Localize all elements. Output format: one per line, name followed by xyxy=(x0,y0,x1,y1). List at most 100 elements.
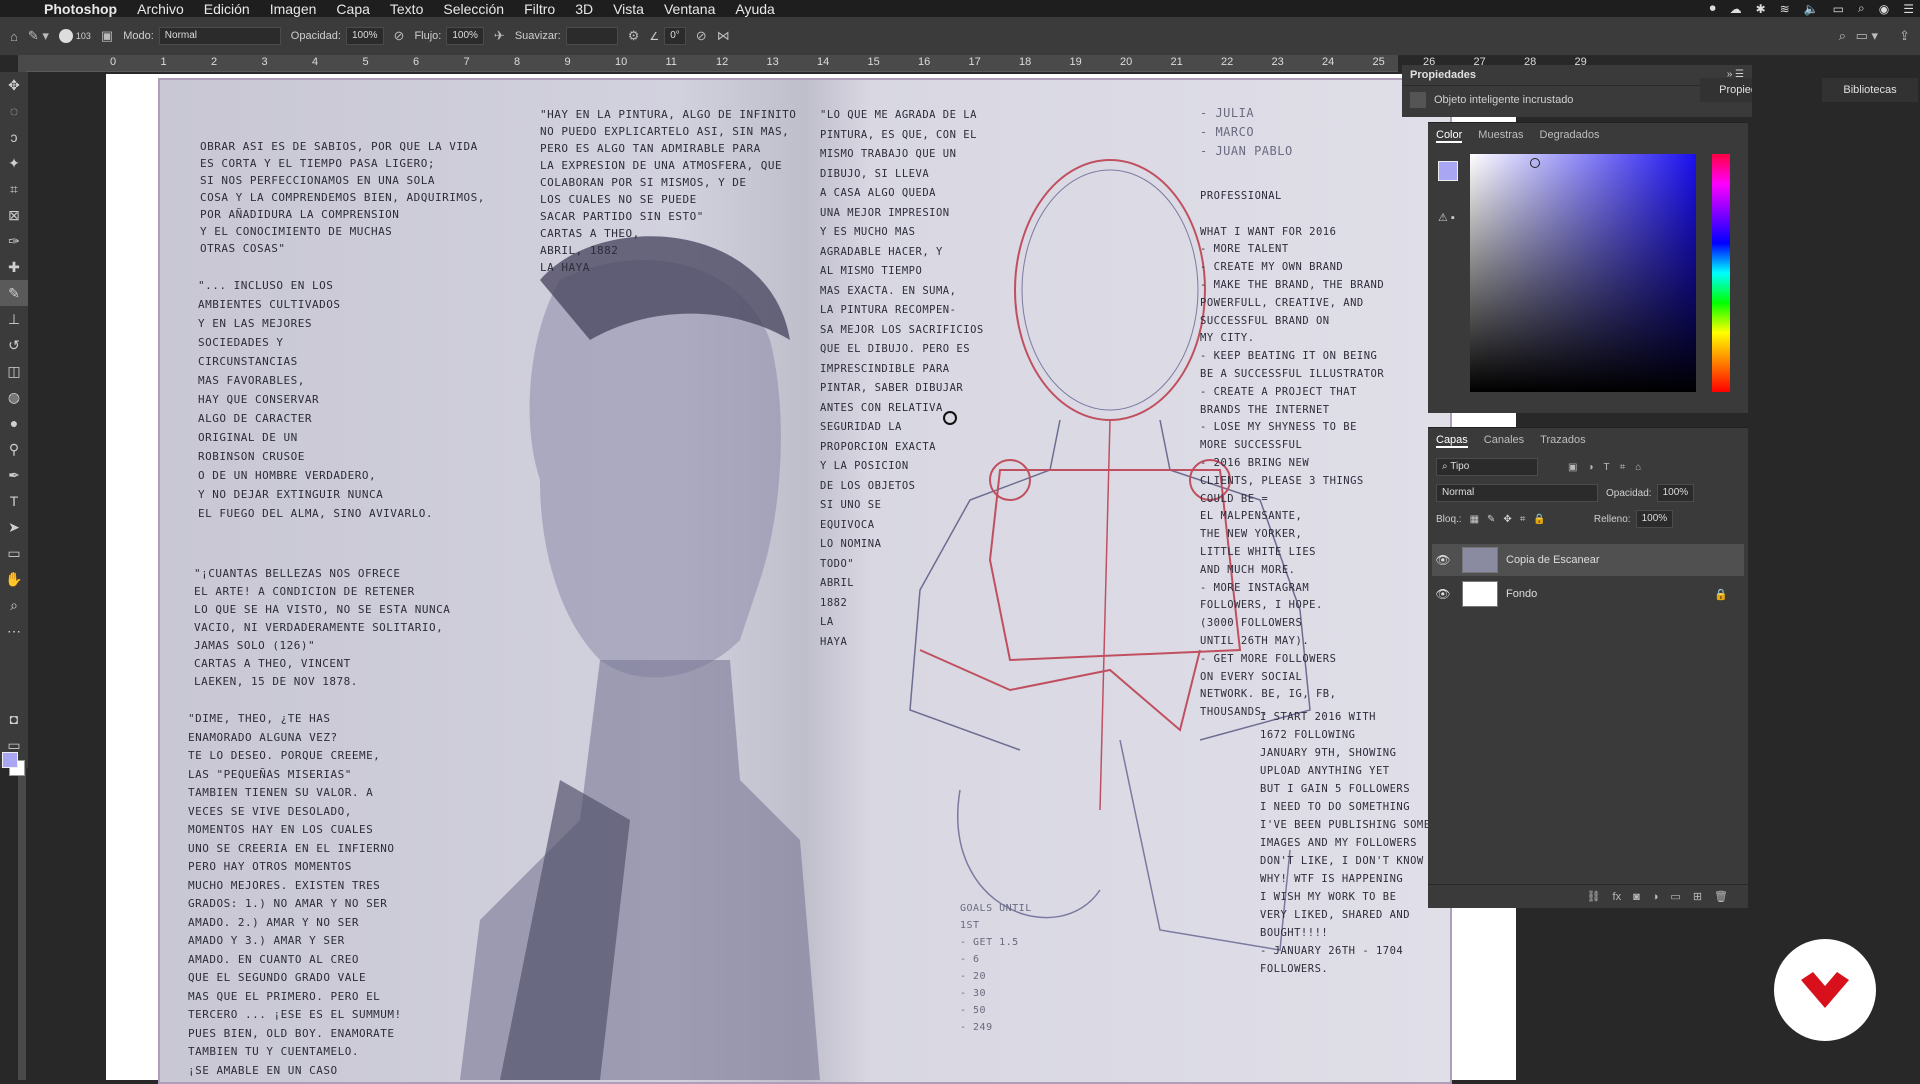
layer-filter-select[interactable]: ⌕ Tipo xyxy=(1436,458,1538,476)
tab-degradados[interactable]: Degradados xyxy=(1540,129,1600,143)
tab-muestras[interactable]: Muestras xyxy=(1478,129,1523,143)
move-tool-icon[interactable]: ✥ xyxy=(0,72,28,98)
menu-ventana[interactable]: Ventana xyxy=(654,1,725,17)
share-icon[interactable]: ⇪ xyxy=(1899,28,1910,44)
tab-trazados[interactable]: Trazados xyxy=(1540,434,1585,448)
eraser-tool-icon[interactable]: ◫ xyxy=(0,358,28,384)
menu-filtro[interactable]: Filtro xyxy=(514,1,565,17)
screen-mode-icon[interactable]: ▭ xyxy=(0,732,28,758)
pressure-size-icon[interactable]: ⊘ xyxy=(696,28,707,44)
visibility-eye-icon[interactable]: 👁 xyxy=(1432,587,1454,601)
search-icon[interactable]: ⌕ xyxy=(1839,28,1846,44)
paint-bucket-tool-icon[interactable]: ◍ xyxy=(0,384,28,410)
adjustment-layer-icon[interactable]: ◑ xyxy=(1652,891,1659,903)
menu-capa[interactable]: Capa xyxy=(326,1,379,17)
horizontal-ruler[interactable]: 0 1 2 3 4 5 6 7 8 9 10 11 12 13 14 15 16 17 18 19 20 21 22 23 24… xyxy=(18,55,1587,72)
layer-row-copia[interactable]: 👁 Copia de Escanear xyxy=(1432,544,1744,576)
color-picker-handle[interactable] xyxy=(1530,158,1540,168)
control-center-icon[interactable]: ☰ xyxy=(1903,2,1914,16)
bluetooth-icon[interactable]: ✱ xyxy=(1756,2,1766,16)
pen-tool-icon[interactable]: ✒ xyxy=(0,462,28,488)
menu-ayuda[interactable]: Ayuda xyxy=(725,1,784,17)
battery-icon[interactable]: ▭ xyxy=(1833,2,1844,16)
quote-left-2: "¡CUANTAS BELLEZAS NOS OFRECE EL ARTE! A… xyxy=(194,567,451,688)
fill-label: Relleno: xyxy=(1593,513,1631,525)
path-selection-tool-icon[interactable]: ➤ xyxy=(0,514,28,540)
color-panel-fg-swatch[interactable] xyxy=(1438,161,1458,181)
quote-middle-top: "HAY EN LA PINTURA, ALGO DE INFINITO NO … xyxy=(540,108,797,274)
new-group-icon[interactable]: ▭ xyxy=(1670,890,1680,903)
options-bar: ⌂ ✎ ▾ 103 ▣ Modo: Normal Opacidad: 100% … xyxy=(0,17,1920,56)
tab-capas[interactable]: Capas xyxy=(1436,434,1468,448)
add-mask-icon[interactable]: ◙ xyxy=(1633,891,1640,903)
blend-mode-select[interactable]: Normal xyxy=(1436,484,1598,502)
layer-filter-icons[interactable]: ▣◑T⌗⌂ xyxy=(1568,462,1651,473)
type-tool-icon[interactable]: T xyxy=(0,488,28,514)
hue-slider[interactable] xyxy=(1712,154,1730,392)
new-layer-icon[interactable]: ⊞ xyxy=(1693,890,1702,903)
wifi-icon[interactable]: ≋ xyxy=(1780,2,1790,16)
quick-mask-icon[interactable]: ◘ xyxy=(0,706,28,732)
link-layers-icon[interactable]: ⛓ xyxy=(1587,890,1601,903)
magic-wand-tool-icon[interactable]: ✦ xyxy=(0,150,28,176)
brush-settings-icon[interactable]: ▣ xyxy=(101,28,113,44)
history-brush-tool-icon[interactable]: ↺ xyxy=(0,332,28,358)
opacity-input[interactable]: 100% xyxy=(345,27,384,45)
ruler-tick-label: 11 xyxy=(665,56,677,68)
layer-opacity-input[interactable]: 100% xyxy=(1656,484,1695,502)
symmetry-icon[interactable]: ⋈ xyxy=(717,28,730,44)
zoom-tool-icon[interactable]: ⌕ xyxy=(0,592,28,618)
sketchbook-scan[interactable]: OBRAR ASI ES DE SABIOS, POR QUE LA VIDA … xyxy=(158,78,1452,1084)
airbrush-icon[interactable]: ✈ xyxy=(494,28,505,44)
menu-texto[interactable]: Texto xyxy=(380,1,433,17)
hand-tool-icon[interactable]: ✋ xyxy=(0,566,28,592)
brush-size-picker[interactable]: 103 xyxy=(58,29,91,43)
creative-cloud-icon[interactable]: ☁ xyxy=(1730,2,1742,16)
volume-icon[interactable]: 🔈 xyxy=(1804,2,1819,16)
mode-select[interactable]: Normal xyxy=(158,27,281,45)
menu-app-photoshop[interactable]: Photoshop xyxy=(34,1,127,17)
menu-edicion[interactable]: Edición xyxy=(194,1,260,17)
marquee-tool-icon[interactable]: ◌ xyxy=(0,98,28,124)
record-icon[interactable]: ⏺ xyxy=(1710,1,1716,16)
more-tools-icon[interactable]: ⋯ xyxy=(0,618,28,644)
rectangle-tool-icon[interactable]: ▭ xyxy=(0,540,28,566)
lasso-tool-icon[interactable]: ↄ xyxy=(0,124,28,150)
menu-vista[interactable]: Vista xyxy=(603,1,654,17)
fx-icon[interactable]: fx xyxy=(1613,891,1622,903)
smooth-input[interactable] xyxy=(565,27,618,45)
menu-archivo[interactable]: Archivo xyxy=(127,1,194,17)
ruler-tick-label: 23 xyxy=(1271,56,1284,68)
menu-seleccion[interactable]: Selección xyxy=(433,1,514,17)
color-picker-field[interactable] xyxy=(1470,154,1696,392)
dodge-tool-icon[interactable]: ⚲ xyxy=(0,436,28,462)
siri-icon[interactable]: ◉ xyxy=(1879,2,1889,16)
tab-color[interactable]: Color xyxy=(1436,129,1463,143)
layer-name: Fondo xyxy=(1506,588,1538,600)
delete-layer-icon[interactable]: 🗑 xyxy=(1714,890,1728,903)
stamp-tool-icon[interactable]: ⊥ xyxy=(0,306,28,332)
layer-row-fondo[interactable]: 👁 Fondo 🔒 xyxy=(1432,578,1744,610)
healing-brush-tool-icon[interactable]: ✚ xyxy=(0,254,28,280)
menu-3d[interactable]: 3D xyxy=(565,1,603,17)
brush-tool-icon[interactable]: ✎ xyxy=(0,280,28,306)
visibility-eye-icon[interactable]: 👁 xyxy=(1432,553,1454,567)
fill-input[interactable]: 100% xyxy=(1635,510,1674,528)
menu-imagen[interactable]: Imagen xyxy=(260,1,327,17)
flow-label: Flujo: xyxy=(414,30,442,42)
blur-tool-icon[interactable]: ● xyxy=(0,410,28,436)
crop-tool-icon[interactable]: ⌗ xyxy=(0,176,28,202)
home-icon[interactable]: ⌂ xyxy=(10,29,18,44)
frame-tool-icon[interactable]: ⊠ xyxy=(0,202,28,228)
angle-input[interactable]: 0° xyxy=(664,27,686,45)
tab-bibliotecas[interactable]: Bibliotecas xyxy=(1822,78,1918,102)
pressure-opacity-icon[interactable]: ⊘ xyxy=(394,28,405,44)
brush-tool-preset-icon[interactable]: ✎ ▾ xyxy=(28,28,49,44)
flow-input[interactable]: 100% xyxy=(446,27,484,45)
eyedropper-tool-icon[interactable]: ✑ xyxy=(0,228,28,254)
lock-icons[interactable]: ▦✎✥⌗🔒 xyxy=(1470,514,1554,525)
spotlight-search-icon[interactable]: ⌕ xyxy=(1858,1,1865,16)
gear-icon[interactable]: ⚙ xyxy=(628,28,640,44)
tab-canales[interactable]: Canales xyxy=(1484,434,1524,448)
workspace-icon[interactable]: ▭ ▾ xyxy=(1856,28,1878,44)
